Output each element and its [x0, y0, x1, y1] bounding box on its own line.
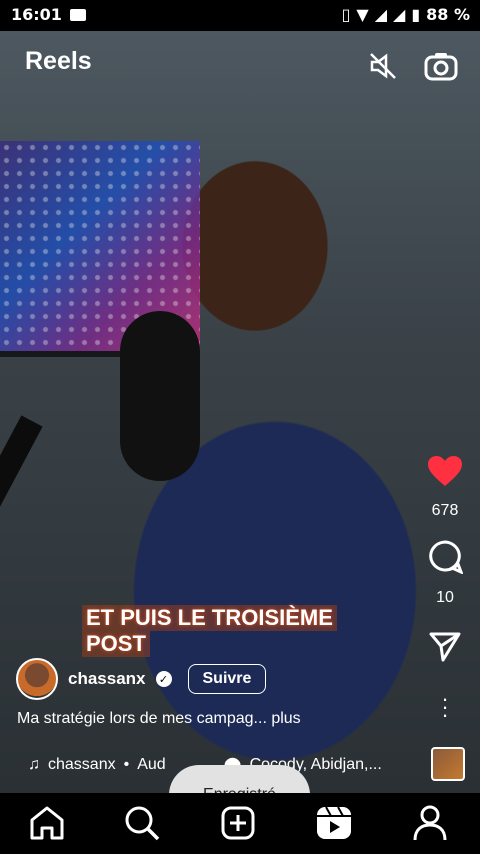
reel-description[interactable]: Ma stratégie lors de mes campag... plus: [17, 710, 301, 728]
camera-icon: [424, 53, 458, 81]
wifi-icon: ▼: [356, 5, 369, 24]
bottom-navigation: [0, 793, 480, 854]
share-button[interactable]: [422, 630, 468, 667]
status-time: 16:01: [11, 5, 62, 24]
nav-create[interactable]: [218, 805, 258, 841]
profile-icon: [413, 805, 447, 841]
status-bar: 16:01 ▯ ▼ ◢ ◢ ▮ 88 %: [0, 0, 480, 31]
plus-square-icon: [221, 806, 255, 840]
message-notification-icon: [70, 9, 86, 21]
speaker-muted-icon: [370, 53, 396, 79]
signal-icon-2: ◢: [393, 5, 406, 24]
signal-icon: ◢: [374, 5, 387, 24]
video-caption: ET PUIS LE TROISIÈME POST: [82, 605, 337, 657]
more-dots-icon: · · ·: [441, 686, 449, 727]
page-title: Reels: [25, 47, 92, 75]
caption-line-2: POST: [82, 631, 150, 657]
nav-reels[interactable]: [314, 805, 354, 841]
comment-button[interactable]: 10: [422, 540, 468, 607]
reels-icon: [317, 806, 351, 839]
audio-thumbnail[interactable]: [431, 747, 465, 781]
status-right: ▯ ▼ ◢ ◢ ▮ 88 %: [342, 5, 470, 24]
music-note-icon: ♫: [28, 756, 40, 773]
audio-track: Aud: [137, 756, 166, 773]
more-options-button[interactable]: · · ·: [422, 688, 468, 726]
avatar[interactable]: [16, 658, 58, 700]
nav-home[interactable]: [27, 805, 67, 841]
username[interactable]: chassanx: [68, 669, 146, 689]
audio-artist: chassanx: [48, 756, 116, 773]
mute-button[interactable]: [366, 49, 400, 83]
nav-search[interactable]: [122, 805, 162, 841]
audio-separator: •: [123, 756, 130, 773]
author-row: chassanx ✓ Suivre: [16, 658, 267, 700]
nav-profile[interactable]: [410, 805, 450, 841]
verified-badge-icon: ✓: [155, 671, 172, 687]
search-icon: [125, 806, 160, 841]
battery-level: 88 %: [426, 5, 470, 24]
comment-count: 10: [436, 589, 454, 606]
heart-icon: [428, 456, 462, 486]
comment-icon: [429, 540, 464, 575]
microphone-image: [120, 311, 200, 481]
camera-button[interactable]: [424, 49, 458, 83]
vibrate-icon: ▯: [341, 5, 351, 24]
battery-icon: ▮: [411, 5, 421, 24]
follow-button[interactable]: Suivre: [187, 664, 267, 694]
like-button[interactable]: 678: [422, 455, 468, 520]
send-icon: [429, 632, 461, 662]
home-icon: [30, 806, 64, 840]
caption-line-1: ET PUIS LE TROISIÈME: [82, 605, 337, 631]
like-count: 678: [431, 502, 459, 519]
